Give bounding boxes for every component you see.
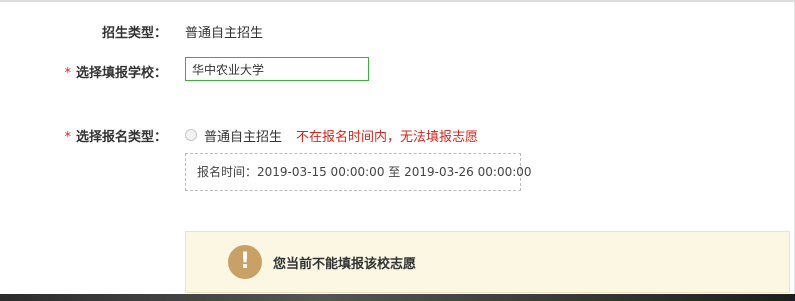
school-label-text: 选择填报学校： (75, 66, 167, 81)
apply-type-label: * 选择报名类型： (64, 126, 167, 145)
school-label: * 选择填报学校： (64, 62, 167, 81)
enroll-type-value: 普通自主招生 (185, 26, 264, 41)
apply-type-option-label[interactable]: 普通自主招生 (204, 126, 282, 145)
apply-type-label-text: 选择报名类型： (75, 130, 167, 145)
bottom-bar (0, 294, 795, 301)
apply-time-box: 报名时间：2019-03-15 00:00:00 至 2019-03-26 00… (185, 153, 532, 191)
required-mark: * (64, 130, 71, 145)
required-mark: * (64, 66, 71, 81)
apply-time-warning: 不在报名时间内，无法填报志愿 (296, 130, 479, 145)
apply-type-radio[interactable] (185, 129, 197, 141)
notice-text: 您当前不能填报该校志愿 (273, 257, 417, 272)
exclamation-icon: ! (228, 245, 262, 279)
school-input[interactable] (185, 57, 369, 81)
enroll-type-label: 招生类型： (101, 26, 167, 41)
notice-banner: ! 您当前不能填报该校志愿 (185, 231, 790, 293)
top-divider (0, 0, 795, 2)
apply-time-text: 报名时间：2019-03-15 00:00:00 至 2019-03-26 00… (197, 165, 532, 179)
